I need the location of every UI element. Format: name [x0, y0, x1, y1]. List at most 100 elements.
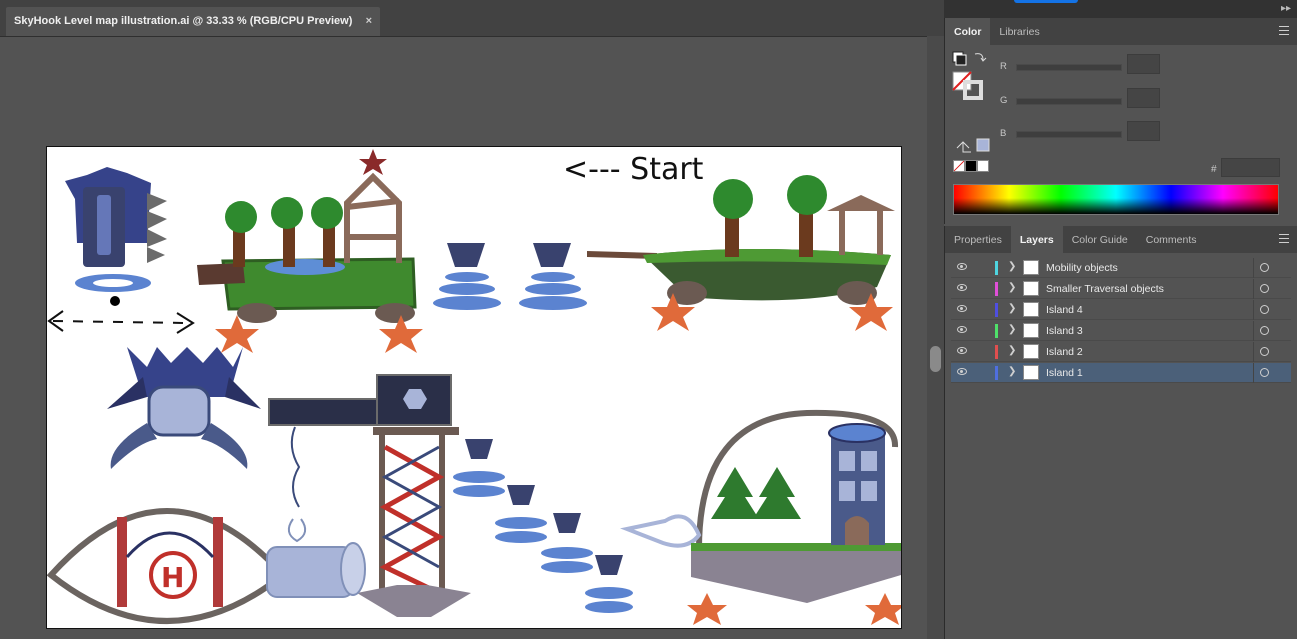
helipad-island: H: [47, 508, 288, 624]
target-circle-icon[interactable]: [1260, 305, 1269, 314]
fill-stroke-proxy[interactable]: [951, 50, 995, 104]
tab-libraries[interactable]: Libraries: [990, 18, 1048, 45]
column-divider: [1253, 279, 1254, 299]
target-circle-icon[interactable]: [1260, 326, 1269, 335]
artboard[interactable]: <--- Start H: [46, 146, 902, 629]
layer-thumbnail: [1023, 365, 1039, 380]
swap-colors-icon: [974, 53, 987, 62]
eye-icon[interactable]: [957, 368, 967, 375]
layer-color-indicator: [995, 345, 998, 359]
layer-color-indicator: [995, 366, 998, 380]
green-slider[interactable]: [1016, 98, 1122, 105]
tab-comments[interactable]: Comments: [1137, 226, 1206, 253]
blue-value-input[interactable]: [1127, 121, 1160, 141]
hex-input[interactable]: [1221, 158, 1280, 177]
layer-color-indicator: [995, 324, 998, 338]
black-swatch[interactable]: [965, 160, 977, 172]
color-panel: Color Libraries R G B #: [944, 18, 1297, 224]
eye-icon[interactable]: [957, 263, 967, 270]
island-2: [587, 175, 895, 331]
hamburger-menu-icon[interactable]: [1279, 234, 1289, 243]
hamburger-menu-icon[interactable]: [1279, 26, 1289, 35]
red-row: R: [1000, 54, 1220, 78]
tab-color[interactable]: Color: [945, 18, 991, 45]
layer-thumbnail: [1023, 281, 1039, 296]
blue-slider[interactable]: [1016, 131, 1122, 138]
chevron-right-icon[interactable]: ❯: [1008, 303, 1016, 314]
tab-layers[interactable]: Layers: [1010, 226, 1063, 253]
document-area: SkyHook Level map illustration.ai @ 33.3…: [0, 0, 944, 639]
green-row: G: [1000, 88, 1220, 112]
layer-color-indicator: [995, 303, 998, 317]
target-circle-icon[interactable]: [1260, 347, 1269, 356]
collapse-panels-icon[interactable]: ▸▸: [1281, 3, 1291, 14]
column-divider: [1253, 258, 1254, 278]
layer-name[interactable]: Island 2: [1046, 346, 1083, 358]
red-value-input[interactable]: [1127, 54, 1160, 74]
none-swatch[interactable]: [953, 160, 965, 172]
eye-icon[interactable]: [957, 305, 967, 312]
gamut-warning[interactable]: [955, 136, 995, 156]
red-slider[interactable]: [1016, 64, 1122, 71]
start-label: <--- Start: [563, 152, 704, 187]
target-circle-icon[interactable]: [1260, 368, 1269, 377]
layer-thumbnail: [1023, 323, 1039, 338]
document-tab-bar: SkyHook Level map illustration.ai @ 33.3…: [0, 0, 944, 37]
chevron-right-icon[interactable]: ❯: [1008, 366, 1016, 377]
eye-icon[interactable]: [957, 284, 967, 291]
island-4: [620, 409, 901, 625]
default-colors-icon: [955, 54, 967, 66]
out-of-gamut-icon: [956, 141, 971, 153]
blue-label: B: [1000, 128, 1007, 139]
hex-label: #: [1211, 164, 1217, 175]
layers-panel-tabs: Properties Layers Color Guide Comments: [945, 226, 1297, 253]
green-value-input[interactable]: [1127, 88, 1160, 108]
target-circle-icon[interactable]: [1260, 263, 1269, 272]
layer-name[interactable]: Smaller Traversal objects: [1046, 283, 1164, 295]
eye-icon[interactable]: [957, 347, 967, 354]
tab-color-guide[interactable]: Color Guide: [1063, 226, 1137, 253]
layer-name[interactable]: Island 1: [1046, 367, 1083, 379]
white-swatch[interactable]: [977, 160, 989, 172]
layer-row[interactable]: ❯ Island 2: [951, 342, 1291, 362]
column-divider: [1253, 300, 1254, 320]
island-1: [197, 149, 423, 353]
quick-swatches: [953, 160, 989, 172]
layer-row[interactable]: ❯ Island 4: [951, 300, 1291, 320]
target-circle-icon[interactable]: [1260, 284, 1269, 293]
close-icon[interactable]: ×: [366, 15, 372, 36]
chevron-right-icon[interactable]: ❯: [1008, 282, 1016, 293]
layer-row[interactable]: ❯ Smaller Traversal objects: [951, 279, 1291, 299]
layer-thumbnail: [1023, 260, 1039, 275]
layer-color-indicator: [995, 261, 998, 275]
chevron-right-icon[interactable]: ❯: [1008, 261, 1016, 272]
green-label: G: [1000, 95, 1008, 106]
color-panel-tabs: Color Libraries: [945, 18, 1297, 45]
level-map-illustration: <--- Start H: [47, 149, 901, 625]
can-icon: [266, 518, 366, 598]
document-tab[interactable]: SkyHook Level map illustration.ai @ 33.3…: [6, 7, 380, 36]
layer-thumbnail: [1023, 344, 1039, 359]
eye-icon[interactable]: [957, 326, 967, 333]
vertical-scrollbar[interactable]: [927, 36, 944, 639]
chevron-right-icon[interactable]: ❯: [1008, 345, 1016, 356]
color-spectrum[interactable]: [953, 184, 1279, 215]
layer-row[interactable]: ❯ Island 1: [951, 363, 1291, 383]
column-divider: [1253, 363, 1254, 383]
layer-row[interactable]: ❯ Island 3: [951, 321, 1291, 341]
tower-icon: [65, 167, 167, 306]
layer-row[interactable]: ❯ Mobility objects: [951, 258, 1291, 278]
scrollbar-thumb[interactable]: [930, 346, 941, 372]
layer-color-indicator: [995, 282, 998, 296]
svg-text:H: H: [161, 561, 184, 594]
layer-name[interactable]: Island 3: [1046, 325, 1083, 337]
layers-panel: Properties Layers Color Guide Comments ❯…: [944, 226, 1297, 639]
chevron-right-icon[interactable]: ❯: [1008, 324, 1016, 335]
accent-bar: [1014, 0, 1078, 3]
layer-name[interactable]: Island 4: [1046, 304, 1083, 316]
platform-cups-diagonal: [453, 439, 633, 613]
dashed-arrow-icon: [47, 310, 195, 334]
tab-properties[interactable]: Properties: [945, 226, 1011, 253]
claw-icon: [107, 347, 261, 469]
layer-name[interactable]: Mobility objects: [1046, 262, 1118, 274]
